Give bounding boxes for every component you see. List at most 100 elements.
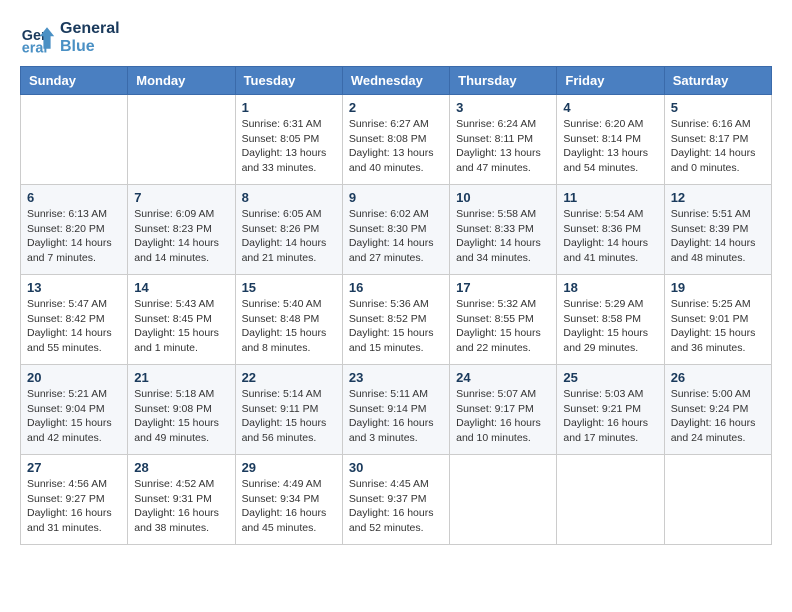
day-info: Sunrise: 6:13 AM Sunset: 8:20 PM Dayligh… — [27, 207, 121, 266]
calendar-week-row: 6 Sunrise: 6:13 AM Sunset: 8:20 PM Daylig… — [21, 185, 772, 275]
calendar-week-row: 13Sunrise: 5:47 AM Sunset: 8:42 PM Dayli… — [21, 275, 772, 365]
day-number: 27 — [27, 460, 121, 475]
day-number: 18 — [563, 280, 657, 295]
day-info: Sunrise: 5:51 AM Sunset: 8:39 PM Dayligh… — [671, 207, 765, 266]
day-info: Sunrise: 6:16 AM Sunset: 8:17 PM Dayligh… — [671, 117, 765, 176]
calendar-day-cell: 6 Sunrise: 6:13 AM Sunset: 8:20 PM Daylig… — [21, 185, 128, 275]
day-number: 2 — [349, 100, 443, 115]
calendar-day-cell: 5 Sunrise: 6:16 AM Sunset: 8:17 PM Daylig… — [664, 95, 771, 185]
day-info: Sunrise: 5:47 AM Sunset: 8:42 PM Dayligh… — [27, 297, 121, 356]
day-number: 21 — [134, 370, 228, 385]
calendar-day-cell: 10 Sunrise: 5:58 AM Sunset: 8:33 PM Dayli… — [450, 185, 557, 275]
day-info: Sunrise: 5:14 AM Sunset: 9:11 PM Dayligh… — [242, 387, 336, 446]
day-info: Sunrise: 6:20 AM Sunset: 8:14 PM Dayligh… — [563, 117, 657, 176]
day-info: Sunrise: 5:00 AM Sunset: 9:24 PM Dayligh… — [671, 387, 765, 446]
calendar-day-cell: 23 Sunrise: 5:11 AM Sunset: 9:14 PM Dayli… — [342, 365, 449, 455]
logo: Gen eral General Blue — [20, 20, 120, 56]
day-info: Sunrise: 5:29 AM Sunset: 8:58 PM Dayligh… — [563, 297, 657, 356]
day-number: 20 — [27, 370, 121, 385]
calendar-day-cell: 1 Sunrise: 6:31 AM Sunset: 8:05 PM Daylig… — [235, 95, 342, 185]
day-number: 22 — [242, 370, 336, 385]
calendar-day-cell: 7 Sunrise: 6:09 AM Sunset: 8:23 PM Daylig… — [128, 185, 235, 275]
calendar-day-cell: 15 Sunrise: 5:40 AM Sunset: 8:48 PM Dayli… — [235, 275, 342, 365]
calendar-week-row: 1 Sunrise: 6:31 AM Sunset: 8:05 PM Daylig… — [21, 95, 772, 185]
calendar-day-cell: 2 Sunrise: 6:27 AM Sunset: 8:08 PM Daylig… — [342, 95, 449, 185]
calendar-week-row: 27 Sunrise: 4:56 AM Sunset: 9:27 PM Dayli… — [21, 455, 772, 545]
weekday-header-cell: Friday — [557, 67, 664, 95]
day-info: Sunrise: 4:52 AM Sunset: 9:31 PM Dayligh… — [134, 477, 228, 536]
day-info: Sunrise: 5:07 AM Sunset: 9:17 PM Dayligh… — [456, 387, 550, 446]
day-info: Sunrise: 6:02 AM Sunset: 8:30 PM Dayligh… — [349, 207, 443, 266]
calendar-day-cell: 16 Sunrise: 5:36 AM Sunset: 8:52 PM Dayli… — [342, 275, 449, 365]
day-info: Sunrise: 5:54 AM Sunset: 8:36 PM Dayligh… — [563, 207, 657, 266]
weekday-header-cell: Saturday — [664, 67, 771, 95]
day-info: Sunrise: 6:09 AM Sunset: 8:23 PM Dayligh… — [134, 207, 228, 266]
calendar-day-cell: 27 Sunrise: 4:56 AM Sunset: 9:27 PM Dayli… — [21, 455, 128, 545]
weekday-header-cell: Tuesday — [235, 67, 342, 95]
day-info: Sunrise: 6:05 AM Sunset: 8:26 PM Dayligh… — [242, 207, 336, 266]
weekday-header-cell: Sunday — [21, 67, 128, 95]
calendar-body: 1 Sunrise: 6:31 AM Sunset: 8:05 PM Daylig… — [21, 95, 772, 545]
day-number: 26 — [671, 370, 765, 385]
calendar-week-row: 20 Sunrise: 5:21 AM Sunset: 9:04 PM Dayli… — [21, 365, 772, 455]
calendar-day-cell: 19Sunrise: 5:25 AM Sunset: 9:01 PM Dayli… — [664, 275, 771, 365]
calendar-day-cell — [128, 95, 235, 185]
calendar-day-cell: 4 Sunrise: 6:20 AM Sunset: 8:14 PM Daylig… — [557, 95, 664, 185]
day-number: 28 — [134, 460, 228, 475]
day-info: Sunrise: 4:56 AM Sunset: 9:27 PM Dayligh… — [27, 477, 121, 536]
weekday-header-cell: Monday — [128, 67, 235, 95]
calendar-day-cell: 11Sunrise: 5:54 AM Sunset: 8:36 PM Dayli… — [557, 185, 664, 275]
day-info: Sunrise: 5:32 AM Sunset: 8:55 PM Dayligh… — [456, 297, 550, 356]
day-info: Sunrise: 5:43 AM Sunset: 8:45 PM Dayligh… — [134, 297, 228, 356]
day-info: Sunrise: 5:58 AM Sunset: 8:33 PM Dayligh… — [456, 207, 550, 266]
day-info: Sunrise: 5:03 AM Sunset: 9:21 PM Dayligh… — [563, 387, 657, 446]
day-number: 5 — [671, 100, 765, 115]
weekday-header-cell: Wednesday — [342, 67, 449, 95]
calendar-day-cell: 24 Sunrise: 5:07 AM Sunset: 9:17 PM Dayli… — [450, 365, 557, 455]
calendar-day-cell: 30Sunrise: 4:45 AM Sunset: 9:37 PM Dayli… — [342, 455, 449, 545]
calendar-day-cell: 18 Sunrise: 5:29 AM Sunset: 8:58 PM Dayli… — [557, 275, 664, 365]
day-number: 9 — [349, 190, 443, 205]
day-number: 10 — [456, 190, 550, 205]
calendar-day-cell: 3 Sunrise: 6:24 AM Sunset: 8:11 PM Daylig… — [450, 95, 557, 185]
day-number: 6 — [27, 190, 121, 205]
calendar-day-cell — [21, 95, 128, 185]
day-number: 24 — [456, 370, 550, 385]
day-number: 1 — [242, 100, 336, 115]
day-info: Sunrise: 5:36 AM Sunset: 8:52 PM Dayligh… — [349, 297, 443, 356]
calendar-day-cell: 20 Sunrise: 5:21 AM Sunset: 9:04 PM Dayli… — [21, 365, 128, 455]
calendar-day-cell: 12Sunrise: 5:51 AM Sunset: 8:39 PM Dayli… — [664, 185, 771, 275]
day-number: 19 — [671, 280, 765, 295]
day-number: 7 — [134, 190, 228, 205]
calendar-day-cell: 14Sunrise: 5:43 AM Sunset: 8:45 PM Dayli… — [128, 275, 235, 365]
weekday-header-row: SundayMondayTuesdayWednesdayThursdayFrid… — [21, 67, 772, 95]
page-header: Gen eral General Blue — [20, 20, 772, 56]
logo-text-line1: General — [60, 20, 120, 38]
logo-icon: Gen eral — [20, 20, 56, 56]
day-number: 3 — [456, 100, 550, 115]
day-number: 23 — [349, 370, 443, 385]
day-number: 4 — [563, 100, 657, 115]
calendar-day-cell — [450, 455, 557, 545]
day-info: Sunrise: 6:31 AM Sunset: 8:05 PM Dayligh… — [242, 117, 336, 176]
calendar-day-cell: 25Sunrise: 5:03 AM Sunset: 9:21 PM Dayli… — [557, 365, 664, 455]
day-number: 15 — [242, 280, 336, 295]
calendar-day-cell: 9 Sunrise: 6:02 AM Sunset: 8:30 PM Daylig… — [342, 185, 449, 275]
day-number: 30 — [349, 460, 443, 475]
day-info: Sunrise: 6:24 AM Sunset: 8:11 PM Dayligh… — [456, 117, 550, 176]
calendar-day-cell: 29Sunrise: 4:49 AM Sunset: 9:34 PM Dayli… — [235, 455, 342, 545]
weekday-header-cell: Thursday — [450, 67, 557, 95]
logo-text-line2: Blue — [60, 38, 120, 56]
day-info: Sunrise: 5:21 AM Sunset: 9:04 PM Dayligh… — [27, 387, 121, 446]
day-number: 8 — [242, 190, 336, 205]
day-info: Sunrise: 5:40 AM Sunset: 8:48 PM Dayligh… — [242, 297, 336, 356]
calendar-day-cell: 26 Sunrise: 5:00 AM Sunset: 9:24 PM Dayli… — [664, 365, 771, 455]
day-number: 29 — [242, 460, 336, 475]
day-number: 17 — [456, 280, 550, 295]
calendar-day-cell — [557, 455, 664, 545]
day-number: 16 — [349, 280, 443, 295]
day-info: Sunrise: 5:11 AM Sunset: 9:14 PM Dayligh… — [349, 387, 443, 446]
day-info: Sunrise: 6:27 AM Sunset: 8:08 PM Dayligh… — [349, 117, 443, 176]
calendar-day-cell: 21Sunrise: 5:18 AM Sunset: 9:08 PM Dayli… — [128, 365, 235, 455]
calendar-day-cell: 17 Sunrise: 5:32 AM Sunset: 8:55 PM Dayli… — [450, 275, 557, 365]
